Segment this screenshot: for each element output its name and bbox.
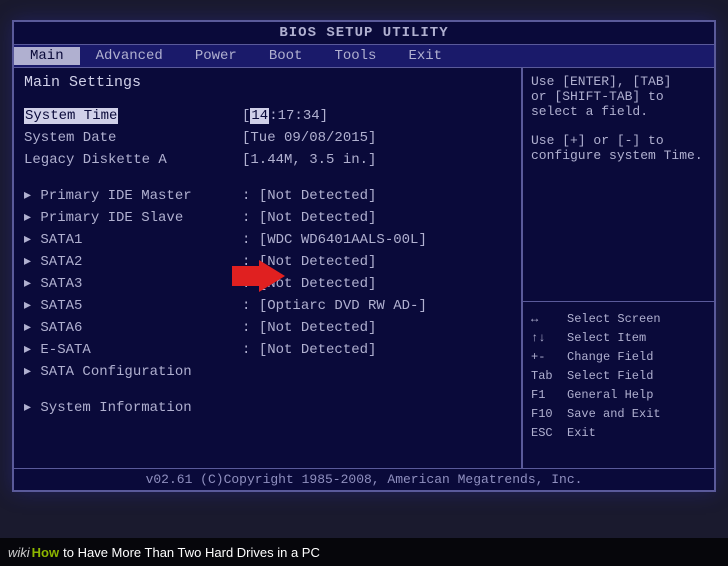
triangle-icon: ▸ (24, 295, 32, 317)
triangle-icon: ▸ (24, 251, 32, 273)
label-system-date: System Date (24, 127, 242, 149)
helpkey-change-field: +-Change Field (531, 348, 706, 367)
bios-screen: BIOS SETUP UTILITY Main Advanced Power B… (12, 20, 716, 492)
content-area: Main Settings System Time [14:17:34] Sys… (14, 68, 714, 468)
label-ide-master: Primary IDE Master (40, 188, 191, 204)
bios-title: BIOS SETUP UTILITY (14, 22, 714, 44)
value-sata5: [Optiarc DVD RW AD-] (259, 298, 427, 314)
row-esata[interactable]: ▸ E-SATA : [Not Detected] (24, 339, 511, 361)
row-system-date[interactable]: System Date [Tue 09/08/2015] (24, 127, 511, 149)
menu-power[interactable]: Power (179, 47, 253, 65)
label-esata: E-SATA (40, 342, 90, 358)
value-sata1: [WDC WD6401AALS-00L] (259, 232, 427, 248)
triangle-icon: ▸ (24, 317, 32, 339)
row-sysinfo[interactable]: ▸ System Information (24, 397, 511, 419)
label-sysinfo: System Information (40, 400, 191, 416)
value-ide-master: [Not Detected] (259, 188, 377, 204)
caption-text: to Have More Than Two Hard Drives in a P… (63, 545, 320, 560)
label-sata5: SATA5 (40, 298, 82, 314)
help-text-1: or [SHIFT-TAB] to (531, 89, 706, 104)
value-system-date: [Tue 09/08/2015] (242, 127, 376, 149)
helpkey-general-help: F1General Help (531, 386, 706, 405)
triangle-icon: ▸ (24, 361, 32, 383)
row-sata6[interactable]: ▸ SATA6 : [Not Detected] (24, 317, 511, 339)
row-ide-master[interactable]: ▸ Primary IDE Master : [Not Detected] (24, 185, 511, 207)
label-ide-slave: Primary IDE Slave (40, 210, 183, 226)
helpkey-select-field: TabSelect Field (531, 367, 706, 386)
wikihow-logo-wiki: wiki (8, 545, 30, 560)
triangle-icon: ▸ (24, 339, 32, 361)
wikihow-logo-how: How (32, 545, 59, 560)
help-text-0: Use [ENTER], [TAB] (531, 74, 706, 89)
triangle-icon: ▸ (24, 229, 32, 251)
menu-exit[interactable]: Exit (392, 47, 458, 65)
row-system-time[interactable]: System Time [14:17:34] (24, 105, 511, 127)
arrow-annotation-icon (232, 266, 262, 286)
row-sata5[interactable]: ▸ SATA5 : [Optiarc DVD RW AD-] (24, 295, 511, 317)
row-sata-config[interactable]: ▸ SATA Configuration (24, 361, 511, 383)
help-text-5: configure system Time. (531, 148, 706, 163)
section-title: Main Settings (24, 74, 511, 91)
label-sata-config: SATA Configuration (40, 364, 191, 380)
triangle-icon: ▸ (24, 397, 32, 419)
helpkey-save-exit: F10Save and Exit (531, 405, 706, 424)
helpkey-exit: ESCExit (531, 424, 706, 443)
value-ide-slave: [Not Detected] (259, 210, 377, 226)
help-text-4: Use [+] or [-] to (531, 133, 706, 148)
value-system-time: [14:17:34] (242, 105, 328, 127)
label-sata3: SATA3 (40, 276, 82, 292)
label-sata2: SATA2 (40, 254, 82, 270)
value-esata: [Not Detected] (259, 342, 377, 358)
main-panel: Main Settings System Time [14:17:34] Sys… (14, 68, 523, 468)
helpkey-select-screen: ↔Select Screen (531, 310, 706, 329)
value-sata6: [Not Detected] (259, 320, 377, 336)
help-divider (523, 301, 714, 302)
row-sata1[interactable]: ▸ SATA1 : [WDC WD6401AALS-00L] (24, 229, 511, 251)
bios-footer: v02.61 (C)Copyright 1985-2008, American … (14, 468, 714, 490)
menu-bar: Main Advanced Power Boot Tools Exit (14, 44, 714, 68)
label-sata6: SATA6 (40, 320, 82, 336)
help-panel: Use [ENTER], [TAB] or [SHIFT-TAB] to sel… (523, 68, 714, 468)
help-text-2: select a field. (531, 104, 706, 119)
caption-bar: wikiHow to Have More Than Two Hard Drive… (0, 538, 728, 566)
row-diskette[interactable]: Legacy Diskette A [1.44M, 3.5 in.] (24, 149, 511, 171)
helpkey-select-item: ↑↓Select Item (531, 329, 706, 348)
arrow-annotation-icon (259, 260, 285, 292)
label-diskette: Legacy Diskette A (24, 149, 242, 171)
triangle-icon: ▸ (24, 185, 32, 207)
triangle-icon: ▸ (24, 207, 32, 229)
label-sata1: SATA1 (40, 232, 82, 248)
menu-boot[interactable]: Boot (253, 47, 319, 65)
triangle-icon: ▸ (24, 273, 32, 295)
row-ide-slave[interactable]: ▸ Primary IDE Slave : [Not Detected] (24, 207, 511, 229)
menu-main[interactable]: Main (14, 47, 80, 65)
label-system-time: System Time (24, 108, 118, 124)
menu-tools[interactable]: Tools (318, 47, 392, 65)
value-diskette: [1.44M, 3.5 in.] (242, 149, 376, 171)
menu-advanced[interactable]: Advanced (80, 47, 179, 65)
